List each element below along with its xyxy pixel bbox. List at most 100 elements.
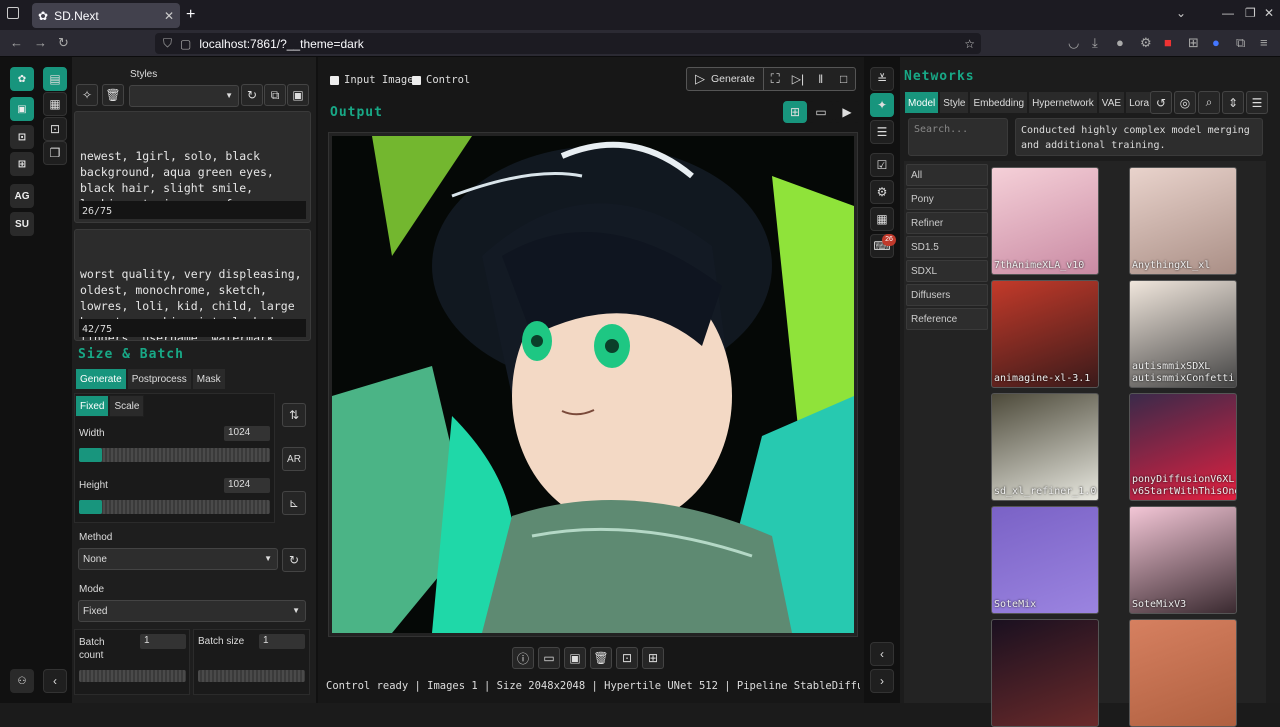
method-dropdown[interactable]: None ▼ <box>78 548 278 570</box>
chevron-right-icon[interactable]: › <box>870 669 894 693</box>
send-to-control-icon[interactable]: ⊡ <box>616 647 638 669</box>
gallery-icon[interactable]: ❐ <box>43 141 67 165</box>
image-tab-icon[interactable]: ⊡ <box>10 125 34 149</box>
tab-lora[interactable]: Lora <box>1125 91 1154 114</box>
batch-count-slider[interactable] <box>79 670 186 682</box>
batch-count-input[interactable]: 1 <box>140 634 186 649</box>
model-card[interactable]: sd_xl_refiner_1.0 <box>991 393 1099 501</box>
model-card[interactable]: AnythingXL_xl <box>1129 167 1237 275</box>
model-card[interactable]: autismmixSDXL autismmixConfetti <box>1129 280 1237 388</box>
su-button[interactable]: SU <box>10 212 34 236</box>
negative-prompt[interactable]: worst quality, very displeasing, oldest,… <box>74 229 311 341</box>
batch-size-slider[interactable] <box>198 670 305 682</box>
monitor-icon[interactable]: ▭ <box>809 101 833 123</box>
list-view-icon[interactable]: ☰ <box>1246 91 1268 114</box>
control-checkbox[interactable]: Control <box>412 74 470 86</box>
new-tab-icon[interactable]: + <box>186 6 195 24</box>
magic-wand-icon[interactable]: ✧ <box>76 84 98 106</box>
folder-icon[interactable]: ▭ <box>538 647 560 669</box>
copy-icon[interactable]: ⧉ <box>264 84 286 106</box>
minimize-icon[interactable]: — <box>1222 6 1234 20</box>
url-bar[interactable]: ⛉ ▢ localhost:7861/?__theme=dark ☆ <box>155 33 981 54</box>
ar-button[interactable]: AR <box>282 447 306 471</box>
width-input[interactable]: 1024 <box>224 426 270 441</box>
sparkle-icon[interactable]: ✦ <box>870 93 894 117</box>
tab-scale[interactable]: Scale <box>109 395 145 417</box>
swap-dimensions-icon[interactable]: ⇅ <box>282 403 306 427</box>
close-window-icon[interactable]: ✕ <box>1264 6 1274 20</box>
sort-icon[interactable]: ⇕ <box>1222 91 1244 114</box>
extensions-puzzle-icon[interactable]: ⧉ <box>1236 35 1245 51</box>
logo-button[interactable]: ✿ <box>10 67 34 91</box>
input-image-checkbox[interactable]: Input Image <box>330 74 414 86</box>
restore-icon[interactable]: ❐ <box>1245 6 1256 20</box>
layout-tab-icon[interactable]: ⊞ <box>10 152 34 176</box>
generate-button[interactable]: ▷ Generate <box>687 68 764 90</box>
reload-icon[interactable]: ↻ <box>58 35 69 51</box>
positive-prompt[interactable]: newest, 1girl, solo, black background, a… <box>74 111 311 223</box>
width-slider[interactable] <box>79 448 270 462</box>
category-all[interactable]: All <box>906 164 988 186</box>
model-card[interactable]: animagine-xl-3.1 <box>991 280 1099 388</box>
text-icon[interactable]: ▤ <box>43 67 67 91</box>
info-icon[interactable]: ⓘ <box>512 647 534 669</box>
tab-mask[interactable]: Mask <box>191 368 226 390</box>
reprocess-icon[interactable]: ⛶ <box>764 71 787 87</box>
menu-icon[interactable]: ≡ <box>1260 35 1268 50</box>
send-to-img2img-icon[interactable]: ⊞ <box>642 647 664 669</box>
chevron-left-icon[interactable]: ‹ <box>870 642 894 666</box>
users-icon[interactable]: ⚇ <box>10 669 34 693</box>
target-icon[interactable]: ◎ <box>1174 91 1196 114</box>
extension-icon[interactable]: ● <box>1116 35 1124 50</box>
tab-fixed[interactable]: Fixed <box>75 395 110 417</box>
tab-vae[interactable]: VAE <box>1097 91 1126 114</box>
delete-image-icon[interactable]: 🗑 <box>590 647 612 669</box>
layers-icon[interactable]: ☰ <box>870 120 894 144</box>
ruler-icon[interactable]: ⊾ <box>282 491 306 515</box>
image-icon[interactable]: ⊡ <box>43 117 67 141</box>
category-reference[interactable]: Reference <box>906 308 988 330</box>
ag-button[interactable]: AG <box>10 184 34 208</box>
styles-dropdown[interactable]: ▼ <box>129 85 239 107</box>
model-card[interactable]: SoteMixV3 <box>1129 506 1237 614</box>
close-tab-icon[interactable]: ✕ <box>164 9 174 23</box>
batch-size-input[interactable]: 1 <box>259 634 305 649</box>
download-icon[interactable]: ⤓ <box>1092 35 1098 51</box>
model-card[interactable] <box>991 619 1099 727</box>
category-refiner[interactable]: Refiner <box>906 212 988 234</box>
category-pony[interactable]: Pony <box>906 188 988 210</box>
refresh-method-icon[interactable]: ↻ <box>282 548 306 572</box>
browser-tab[interactable]: ✿ SD.Next ✕ <box>32 3 180 28</box>
extension-icon-3[interactable]: ⊞ <box>1188 35 1199 51</box>
checklist-icon[interactable]: ☑ <box>870 153 894 177</box>
extension-icon-4[interactable]: ● <box>1212 35 1220 50</box>
refresh-icon[interactable]: ↻ <box>241 84 263 106</box>
category-sd1-5[interactable]: SD1.5 <box>906 236 988 258</box>
output-image[interactable] <box>332 136 854 633</box>
networks-search-input[interactable]: Search... <box>908 118 1008 156</box>
chip-icon[interactable]: ▦ <box>870 207 894 231</box>
gear-icon[interactable]: ⚙ <box>870 180 894 204</box>
collapse-left-icon[interactable]: ‹ <box>43 669 67 693</box>
model-card[interactable]: SoteMix <box>991 506 1099 614</box>
back-icon[interactable]: ← <box>10 35 23 50</box>
model-card[interactable]: 7thAnimeXLA_v10 <box>991 167 1099 275</box>
skip-icon[interactable]: ▷| <box>787 72 810 86</box>
save-image-icon[interactable]: ▣ <box>564 647 586 669</box>
tab-model[interactable]: Model <box>904 91 940 114</box>
tab-embedding[interactable]: Embedding <box>969 91 1029 114</box>
stop-icon[interactable]: □ <box>832 72 855 86</box>
tab-style[interactable]: Style <box>939 91 970 114</box>
bookmark-star-icon[interactable]: ☆ <box>964 37 975 51</box>
chevron-down-icon[interactable]: ⌄ <box>1176 6 1186 20</box>
control-icon[interactable]: ▦ <box>43 92 67 116</box>
tab-hypernetwork[interactable]: Hypernetwork <box>1028 91 1098 114</box>
ublock-icon[interactable]: ■ <box>1164 35 1172 50</box>
trash-icon[interactable]: 🗑 <box>102 84 124 106</box>
layout-icon[interactable]: ⊞ <box>783 101 807 123</box>
forward-icon[interactable]: → <box>34 35 47 50</box>
tab-generate[interactable]: Generate <box>75 368 127 390</box>
height-slider[interactable] <box>79 500 270 514</box>
model-card[interactable]: ponyDiffusionV6XL v6StartWithThisOne <box>1129 393 1237 501</box>
tab-postprocess[interactable]: Postprocess <box>126 368 192 390</box>
